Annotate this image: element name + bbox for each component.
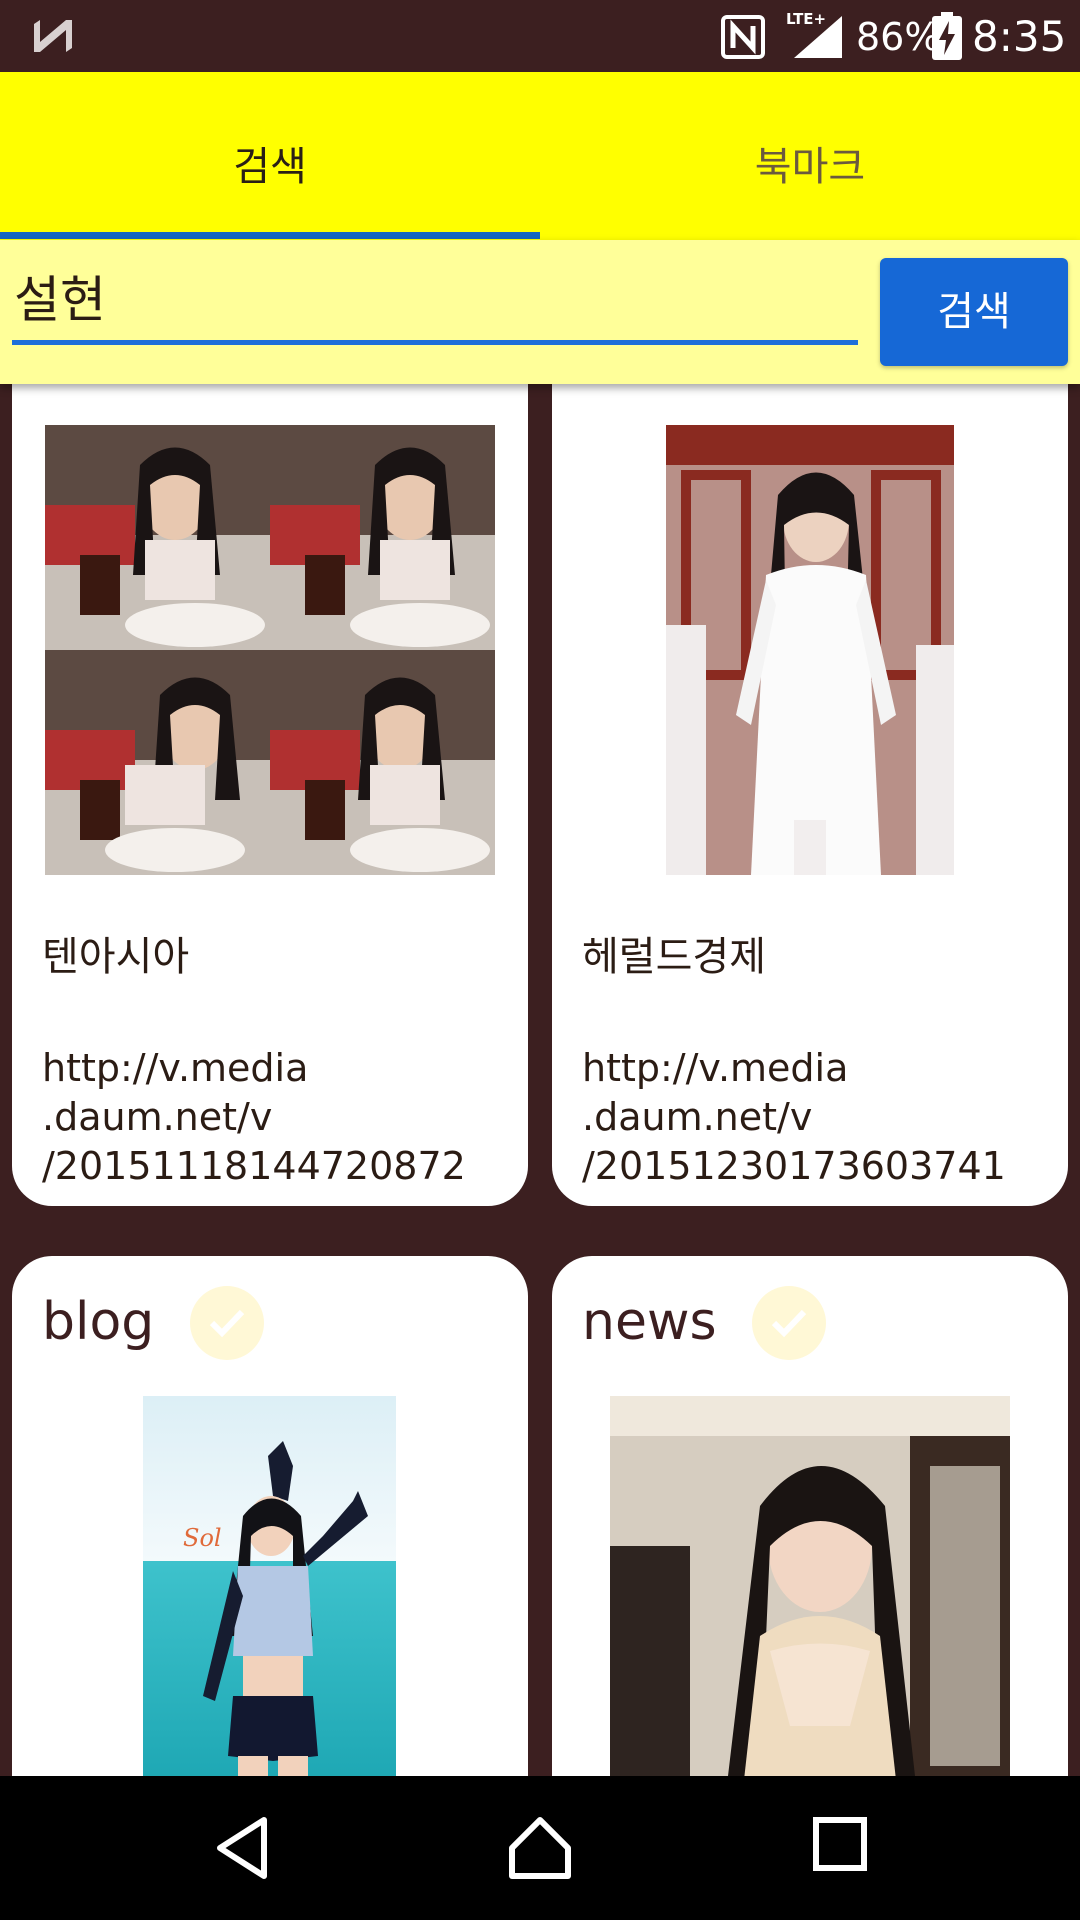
lte-signal-icon: LTE+ — [786, 10, 842, 58]
result-card[interactable]: blog Sol — [12, 1256, 528, 1776]
tab-search[interactable]: 검색 — [0, 72, 540, 240]
result-url-line: http://v.media — [42, 1046, 309, 1090]
result-thumbnail: Sol — [143, 1396, 396, 1776]
battery-charging-icon — [932, 12, 962, 60]
navigation-bar — [0, 1776, 1080, 1920]
result-thumbnail — [610, 1396, 1010, 1776]
n-logo-icon — [34, 20, 72, 52]
result-url-line: /20151118144720872 — [42, 1144, 466, 1188]
tab-indicator — [0, 232, 540, 239]
home-icon[interactable] — [508, 1816, 572, 1880]
svg-text:LTE+: LTE+ — [786, 10, 826, 28]
result-category: news — [582, 1292, 717, 1352]
bookmark-toggle[interactable] — [752, 1286, 826, 1360]
result-url-line: .daum.net/v — [582, 1095, 813, 1139]
clock: 8:35 — [972, 12, 1067, 61]
battery-percent: 86% — [856, 15, 941, 59]
nfc-icon — [721, 15, 765, 59]
bookmark-toggle[interactable] — [190, 1286, 264, 1360]
recents-icon[interactable] — [812, 1816, 868, 1872]
result-source: 텐아시아 — [42, 934, 190, 980]
result-card[interactable]: 텐아시아 http://v.media .daum.net/v /2015111… — [12, 384, 528, 1206]
status-bar: LTE+ 86% 8:35 — [0, 0, 1080, 72]
results-grid: 텐아시아 http://v.media .daum.net/v /2015111… — [0, 384, 1080, 1776]
result-thumbnail — [45, 425, 495, 875]
result-category: blog — [42, 1292, 155, 1352]
search-button[interactable]: 검색 — [880, 258, 1068, 366]
tab-bookmark[interactable]: 북마크 — [540, 72, 1080, 240]
result-thumbnail — [666, 425, 954, 875]
check-icon — [771, 1309, 807, 1338]
result-source: 헤럴드경제 — [582, 934, 766, 980]
svg-text:Sol: Sol — [183, 1524, 222, 1552]
result-url-line: /20151230173603741 — [582, 1144, 1006, 1188]
result-url-line: http://v.media — [582, 1046, 849, 1090]
search-bar: 검색 — [0, 240, 1080, 384]
result-url-line: .daum.net/v — [42, 1095, 273, 1139]
search-input[interactable] — [12, 260, 858, 345]
result-url[interactable]: http://v.media .daum.net/v /201512301736… — [582, 1044, 1052, 1191]
result-card[interactable]: 헤럴드경제 http://v.media .daum.net/v /201512… — [552, 384, 1068, 1206]
tab-bar: 검색 북마크 — [0, 72, 1080, 240]
check-icon — [209, 1309, 245, 1338]
result-url[interactable]: http://v.media .daum.net/v /201511181447… — [42, 1044, 512, 1191]
result-card[interactable]: news — [552, 1256, 1068, 1776]
back-icon[interactable] — [214, 1816, 270, 1880]
